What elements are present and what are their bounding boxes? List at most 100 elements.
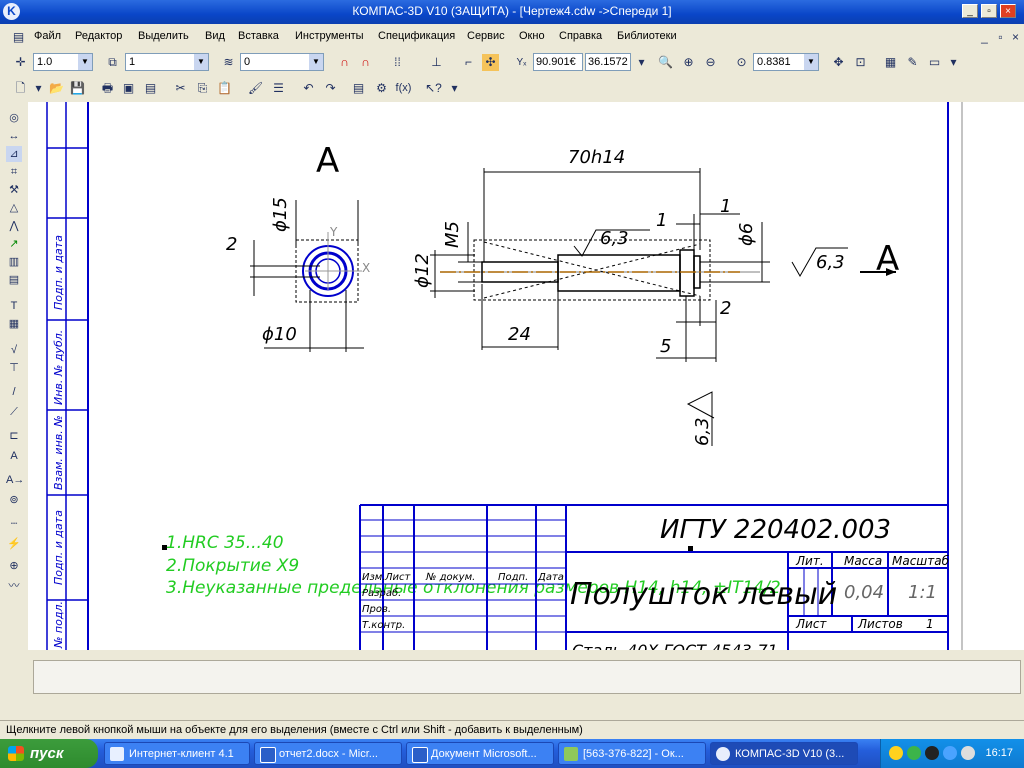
leader-icon[interactable]: / <box>6 384 22 400</box>
menu-specification[interactable]: Спецификация <box>378 30 455 42</box>
task-internet-client[interactable]: Интернет-клиент 4.1 <box>104 742 250 765</box>
cut-line-icon[interactable]: A <box>6 448 22 464</box>
drawing-svg[interactable]: Подп. и дата Инв. № дубл. Взам. инв. № П… <box>28 102 1024 650</box>
symbols-icon[interactable]: ⊿ <box>6 146 22 162</box>
wave-line-icon[interactable]: 〰 <box>6 578 22 594</box>
document-menu-icon[interactable]: ▤ <box>10 29 27 46</box>
cut-icon[interactable]: ✂ <box>172 80 189 97</box>
properties-list-icon[interactable]: ☰ <box>270 80 287 97</box>
open-icon[interactable]: 📂 <box>48 80 65 97</box>
properties-icon[interactable]: ✎ <box>904 54 921 71</box>
spec-icon[interactable]: ↗ <box>6 236 22 252</box>
print-preview-icon[interactable]: ▣ <box>120 80 137 97</box>
node-view-icon[interactable]: ⊚ <box>6 492 22 508</box>
layer-select[interactable]: 1 ▼ <box>125 53 209 71</box>
geometry-icon[interactable]: ◎ <box>6 110 22 126</box>
tray-smiley-icon[interactable] <box>889 746 903 760</box>
text-icon[interactable]: T <box>6 298 22 314</box>
panel-icon[interactable]: ▭ <box>926 54 943 71</box>
param-icon[interactable]: ⚒ <box>6 182 22 198</box>
grid-icon[interactable]: ⁞⁞ <box>389 54 406 71</box>
undo-icon[interactable]: ↶ <box>300 80 317 97</box>
menu-help[interactable]: Справка <box>559 30 602 42</box>
new-document-icon[interactable]: 🗋 <box>12 80 29 97</box>
tray-volume-icon[interactable] <box>961 746 975 760</box>
redo-icon[interactable]: ↷ <box>322 80 339 97</box>
edit-icon[interactable]: ⌗ <box>6 164 22 180</box>
style-select[interactable]: 0 ▼ <box>240 53 324 71</box>
maximize-button[interactable]: ▫ <box>981 4 997 18</box>
minimize-button[interactable]: _ <box>962 4 978 18</box>
task-kompas[interactable]: КОМПАС-3D V10 (3... <box>710 742 858 765</box>
menu-tools[interactable]: Инструменты <box>295 30 364 42</box>
task-messenger[interactable]: [563-376-822] - Ок... <box>558 742 706 765</box>
library-icon[interactable]: ⚙ <box>373 80 390 97</box>
axis-line-icon[interactable]: ┄ <box>6 516 22 532</box>
menu-insert[interactable]: Вставка <box>238 30 279 42</box>
snap-icon[interactable]: ✛ <box>12 54 29 71</box>
doc-close-icon[interactable]: × <box>1007 29 1024 46</box>
clock[interactable]: 16:17 <box>985 739 1013 768</box>
toolbar-more-icon-2[interactable]: ▾ <box>945 54 962 71</box>
menu-service[interactable]: Сервис <box>467 30 505 42</box>
menu-view[interactable]: Вид <box>205 30 225 42</box>
menu-select[interactable]: Выделить <box>138 30 189 42</box>
select-icon[interactable]: ⋀ <box>6 218 22 234</box>
pan-icon[interactable]: ✥ <box>830 54 847 71</box>
copy-icon[interactable]: ⎘ <box>194 80 211 97</box>
context-help-icon[interactable]: ↖? <box>425 80 442 97</box>
ortho-icon[interactable]: ⌐ <box>460 54 477 71</box>
manager-icon[interactable]: ▤ <box>350 80 367 97</box>
tolerance-icon[interactable]: ⊏ <box>6 428 22 444</box>
variables-icon[interactable]: f(x) <box>395 80 412 97</box>
close-button[interactable]: × <box>1000 4 1016 18</box>
base-icon[interactable]: ⊤ <box>6 360 22 376</box>
task-word-report[interactable]: отчет2.docx - Micr... <box>254 742 402 765</box>
magnet-snap-icon[interactable]: ∩ <box>336 54 353 71</box>
break-line-icon[interactable]: ⚡ <box>6 536 22 552</box>
menu-window[interactable]: Окно <box>519 30 545 42</box>
local-cs-icon[interactable]: ⊥ <box>428 54 445 71</box>
paste-icon[interactable]: 📋 <box>216 80 233 97</box>
layer-icon[interactable]: ⧉ <box>104 54 121 71</box>
zoom-out-icon[interactable]: ⊖ <box>702 54 719 71</box>
tray-network-icon[interactable] <box>907 746 921 760</box>
dimensions-icon[interactable]: ↔ <box>6 128 22 144</box>
menu-editor[interactable]: Редактор <box>75 30 122 42</box>
zoom-select[interactable]: 0.8381 ▼ <box>753 53 819 71</box>
toolbar-more-icon-3[interactable]: ▾ <box>446 80 463 97</box>
doc-minimize-icon[interactable]: _ <box>976 29 993 46</box>
y-coordinate-field[interactable]: 36.1572 <box>585 53 631 71</box>
toolbar-more-icon[interactable]: ▾ <box>633 54 650 71</box>
position-icon[interactable]: ⟋ <box>6 404 22 420</box>
menu-file[interactable]: Файл <box>34 30 61 42</box>
reports-icon[interactable]: ▥ <box>6 254 22 270</box>
insert-table-icon[interactable]: ▦ <box>6 316 22 332</box>
scale-select[interactable]: 1.0 ▼ <box>33 53 93 71</box>
roughness-icon[interactable]: √ <box>6 342 22 358</box>
save-icon[interactable]: 💾 <box>69 80 86 97</box>
show-all-icon[interactable]: ⊡ <box>852 54 869 71</box>
measure-icon[interactable]: △ <box>6 200 22 216</box>
drawing-canvas[interactable]: Подп. и дата Инв. № дубл. Взам. инв. № П… <box>28 102 1024 650</box>
refresh-icon[interactable]: ▦ <box>882 54 899 71</box>
zoom-in-icon[interactable]: ⊕ <box>680 54 697 71</box>
start-button[interactable]: пуск <box>0 739 98 768</box>
page-setup-icon[interactable]: ▤ <box>142 80 159 97</box>
local-snap-icon[interactable]: ∩ <box>357 54 374 71</box>
style-icon[interactable]: ≋ <box>220 54 237 71</box>
round-off-icon[interactable]: ✣ <box>482 54 499 71</box>
x-coordinate-field[interactable]: 90.901€ <box>533 53 583 71</box>
table-icon[interactable]: ▤ <box>6 272 22 288</box>
view-arrow-icon[interactable]: A→ <box>6 472 24 488</box>
task-word-document[interactable]: Документ Microsoft... <box>406 742 554 765</box>
new-dropdown-icon[interactable]: ▾ <box>30 80 47 97</box>
tray-power-icon[interactable] <box>943 746 957 760</box>
menu-libraries[interactable]: Библиотеки <box>617 30 677 42</box>
zoom-scale-icon[interactable]: ⊙ <box>733 54 750 71</box>
center-mark-icon[interactable]: ⊕ <box>6 558 22 574</box>
format-painter-icon[interactable]: 🖌 <box>247 80 264 97</box>
print-icon[interactable]: 🖶 <box>99 80 116 97</box>
zoom-window-icon[interactable]: 🔍 <box>657 54 674 71</box>
tray-security-icon[interactable] <box>925 746 939 760</box>
